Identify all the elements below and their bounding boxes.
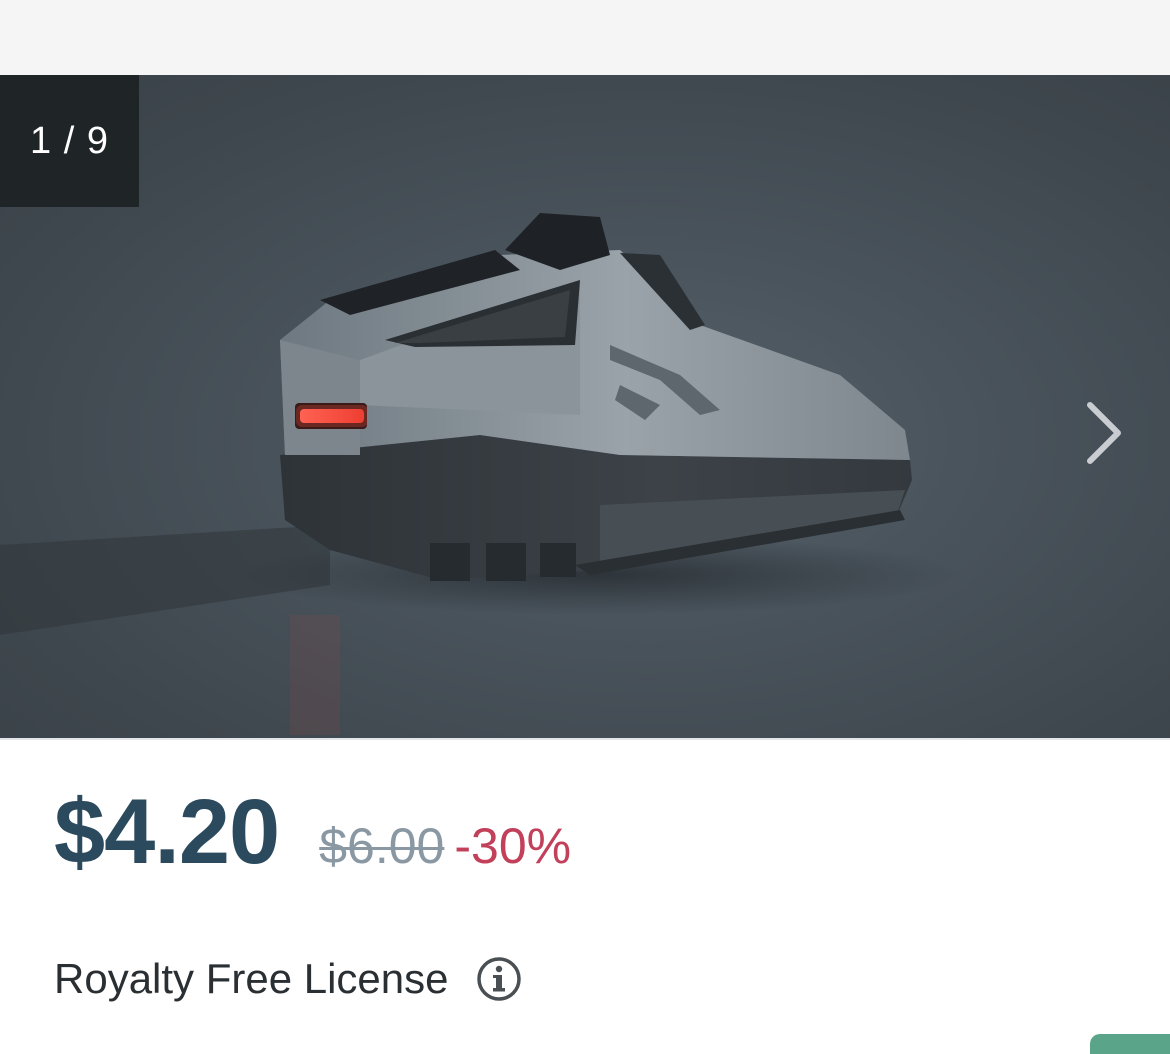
current-price: $4.20 (54, 781, 280, 883)
image-counter: 1 / 9 (0, 75, 139, 207)
price-row: $4.20 $6.00 -30% (54, 780, 571, 885)
gallery-divider (0, 738, 1170, 740)
license-row: Royalty Free License (54, 955, 523, 1003)
license-label: Royalty Free License (54, 955, 449, 1002)
floating-action-tab[interactable] (1090, 1034, 1170, 1054)
top-bar (0, 0, 1170, 75)
original-price: $6.00 (319, 818, 445, 874)
info-icon[interactable] (475, 955, 523, 1003)
product-gallery[interactable]: 1 / 9 (0, 75, 1170, 738)
chevron-right-icon[interactable] (1072, 393, 1132, 473)
product-image (0, 213, 960, 735)
discount-badge: -30% (454, 818, 572, 874)
